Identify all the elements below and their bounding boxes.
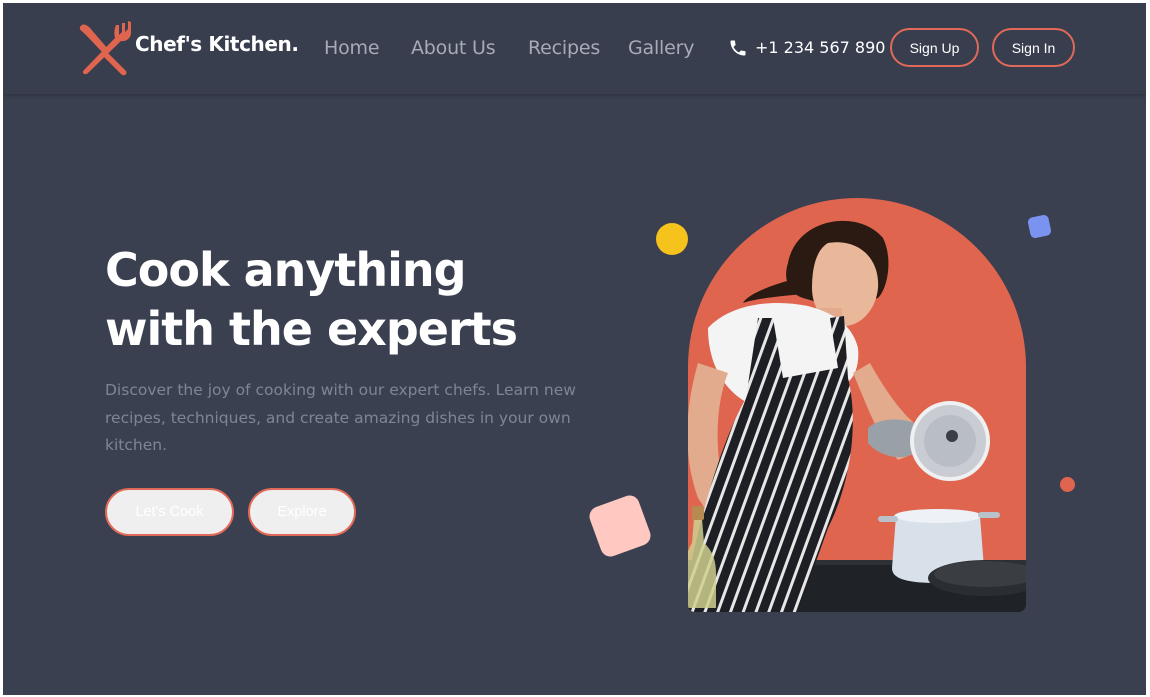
utensils-icon[interactable] bbox=[76, 21, 132, 77]
sign-in-button[interactable]: Sign In bbox=[992, 28, 1075, 67]
lets-cook-button[interactable]: Let's Cook bbox=[105, 488, 234, 536]
yellow-dot-shape bbox=[656, 223, 688, 255]
hero-headline: Cook anything with the experts bbox=[105, 241, 585, 359]
navbar: Chef's Kitchen. Home About Us Recipes Ga… bbox=[3, 3, 1146, 94]
phone-number[interactable]: +1 234 567 890 bbox=[755, 38, 885, 57]
nav-link-about-us[interactable]: About Us bbox=[411, 37, 496, 59]
chef-photo bbox=[688, 220, 1026, 612]
nav-link-gallery[interactable]: Gallery bbox=[628, 37, 694, 59]
brand-name[interactable]: Chef's Kitchen. bbox=[135, 32, 299, 56]
hero-image bbox=[688, 198, 1026, 612]
pink-square-shape bbox=[586, 492, 654, 560]
hero-headline-line-2: with the experts bbox=[105, 302, 518, 356]
phone-icon bbox=[730, 40, 746, 56]
nav-link-recipes[interactable]: Recipes bbox=[528, 37, 600, 59]
sign-up-button[interactable]: Sign Up bbox=[890, 28, 979, 67]
explore-button[interactable]: Explore bbox=[248, 488, 356, 536]
nav-link-home[interactable]: Home bbox=[324, 37, 380, 59]
page: Chef's Kitchen. Home About Us Recipes Ga… bbox=[3, 3, 1146, 695]
red-dot-shape bbox=[1060, 477, 1075, 492]
blue-square-shape bbox=[1027, 214, 1052, 239]
hero-headline-line-1: Cook anything bbox=[105, 243, 467, 297]
hero-description: Discover the joy of cooking with our exp… bbox=[105, 381, 576, 454]
